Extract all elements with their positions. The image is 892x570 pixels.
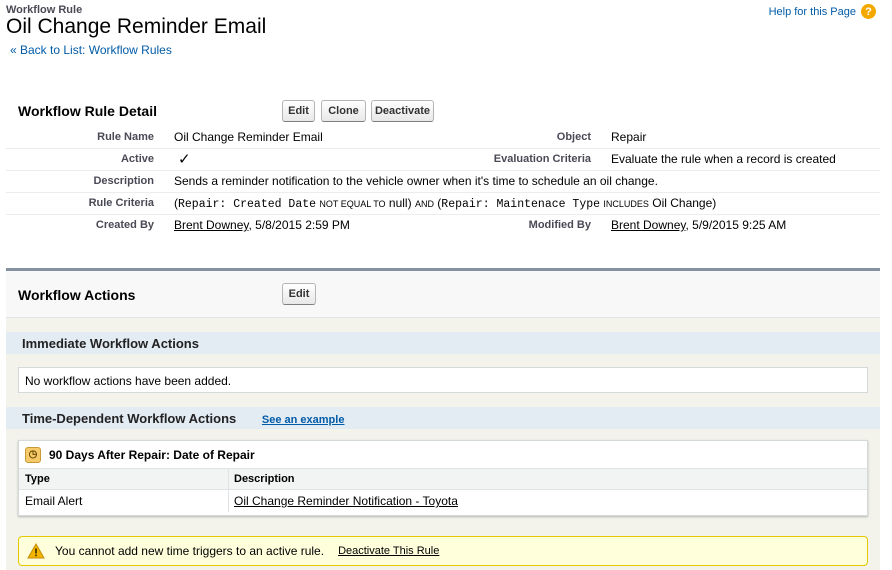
clone-button[interactable]: Clone (321, 100, 366, 122)
modified-by-value: Brent Downey, 5/9/2015 9:25 AM (611, 218, 786, 232)
evaluation-criteria-label: Evaluation Criteria (493, 153, 591, 165)
criteria-operator-2: INCLUDES (603, 199, 649, 209)
time-dependent-actions-title: Time-Dependent Workflow Actions (22, 411, 237, 426)
immediate-actions-empty: No workflow actions have been added. (18, 367, 868, 393)
column-divider (228, 469, 229, 489)
criteria-value-2: Oil Change) (652, 196, 717, 210)
rule-name-label: Rule Name (97, 131, 154, 143)
warning-text: You cannot add new time triggers to an a… (55, 544, 325, 558)
time-trigger-header: ◷ 90 Days After Repair: Date of Repair (19, 441, 867, 469)
detail-section-title: Workflow Rule Detail (18, 103, 157, 119)
created-by-value: Brent Downey, 5/8/2015 2:59 PM (174, 218, 350, 232)
action-description-link[interactable]: Oil Change Reminder Notification - Toyot… (234, 494, 458, 508)
actions-table-header: Type Description (19, 469, 867, 490)
help-link[interactable]: Help for this Page (769, 6, 856, 18)
column-type: Type (25, 473, 50, 485)
criteria-operator-1: NOT EQUAL TO (319, 199, 386, 209)
workflow-actions-header: Workflow Actions Edit (6, 271, 880, 318)
detail-row: Rule Criteria (Repair: Created Date NOT … (6, 193, 880, 215)
warning-banner: You cannot add new time triggers to an a… (18, 536, 868, 566)
modified-by-label: Modified By (528, 219, 591, 231)
criteria-and: AND (414, 199, 434, 209)
active-label: Active (120, 153, 154, 165)
edit-button[interactable]: Edit (282, 100, 315, 122)
rule-name-value: Oil Change Reminder Email (174, 130, 323, 144)
detail-row: Created By Brent Downey, 5/8/2015 2:59 P… (6, 215, 880, 237)
criteria-field-2: Repair: Maintenace Type (441, 198, 601, 211)
back-to-list-link[interactable]: « Back to List: Workflow Rules (10, 43, 172, 57)
detail-row: Description Sends a reminder notificatio… (6, 171, 880, 193)
description-value: Sends a reminder notification to the veh… (174, 174, 658, 188)
detail-row: Rule Name Oil Change Reminder Email Obje… (6, 127, 880, 149)
table-row: Email Alert Oil Change Reminder Notifica… (19, 490, 867, 512)
warning-icon (27, 543, 45, 559)
deactivate-button[interactable]: Deactivate (371, 100, 434, 122)
help-icon[interactable]: ? (861, 4, 876, 19)
modified-by-date: , 5/9/2015 9:25 AM (685, 218, 787, 232)
rule-criteria-label: Rule Criteria (88, 197, 154, 209)
time-trigger-box: ◷ 90 Days After Repair: Date of Repair T… (18, 440, 868, 516)
actions-edit-button[interactable]: Edit (282, 283, 316, 305)
created-by-label: Created By (95, 219, 154, 231)
modified-by-user-link[interactable]: Brent Downey (611, 218, 685, 232)
criteria-field-1: Repair: Created Date (178, 198, 317, 211)
evaluation-criteria-value: Evaluate the rule when a record is creat… (611, 152, 836, 166)
detail-table: Rule Name Oil Change Reminder Email Obje… (6, 127, 880, 237)
workflow-actions-panel: Workflow Actions Edit Immediate Workflow… (6, 268, 880, 570)
workflow-actions-title: Workflow Actions (18, 287, 136, 303)
time-dependent-actions-header: Time-Dependent Workflow Actions See an e… (6, 407, 880, 429)
created-by-date: , 5/8/2015 2:59 PM (248, 218, 350, 232)
created-by-user-link[interactable]: Brent Downey (174, 218, 248, 232)
description-label: Description (93, 175, 154, 187)
deactivate-rule-link[interactable]: Deactivate This Rule (338, 545, 439, 557)
immediate-actions-title: Immediate Workflow Actions (22, 336, 199, 351)
active-checkmark-icon: ✓ (178, 151, 191, 168)
immediate-actions-header: Immediate Workflow Actions (6, 332, 880, 354)
object-label: Object (556, 131, 591, 143)
page-title: Oil Change Reminder Email (6, 15, 267, 38)
see-example-link[interactable]: See an example (262, 414, 345, 426)
object-value: Repair (611, 130, 647, 144)
column-divider (228, 490, 229, 512)
clock-icon: ◷ (25, 446, 41, 463)
column-description: Description (234, 473, 295, 485)
criteria-value-1: null) (388, 196, 412, 210)
rule-criteria-value: (Repair: Created Date NOT EQUAL TO null)… (174, 196, 716, 211)
detail-row: Active ✓ Evaluation Criteria Evaluate th… (6, 149, 880, 171)
time-trigger-title: 90 Days After Repair: Date of Repair (49, 447, 255, 462)
help-link-container[interactable]: Help for this Page ? (769, 4, 876, 19)
action-type: Email Alert (25, 494, 83, 508)
